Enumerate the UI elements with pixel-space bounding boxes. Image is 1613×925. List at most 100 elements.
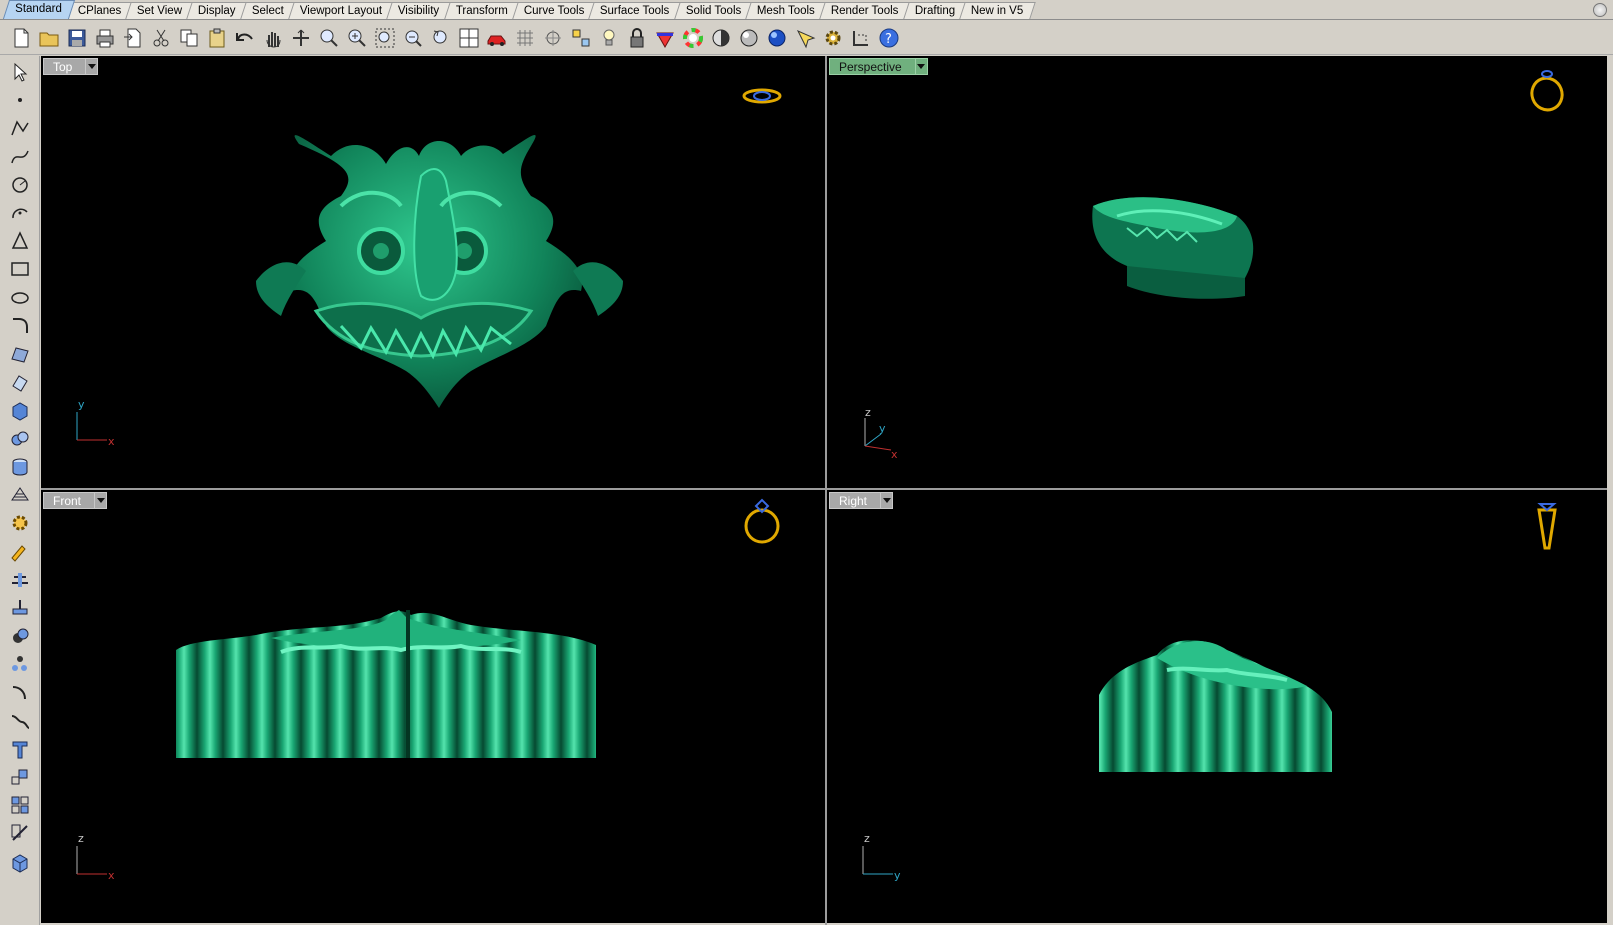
fillet-curve-tool[interactable] bbox=[8, 314, 32, 338]
rotate-camera-button[interactable] bbox=[429, 26, 453, 50]
mask-model-top[interactable] bbox=[256, 134, 623, 408]
tab-new-in-v5[interactable]: New in V5 bbox=[959, 2, 1036, 19]
light-bulb-icon bbox=[603, 29, 615, 45]
options-icon[interactable] bbox=[1593, 3, 1607, 17]
circle-tool[interactable] bbox=[8, 173, 32, 197]
cut-button[interactable] bbox=[149, 26, 173, 50]
viewport-splitter-vertical[interactable] bbox=[825, 56, 827, 925]
viewport-right[interactable]: z y Right bbox=[827, 490, 1607, 923]
help-button[interactable]: ? bbox=[877, 26, 901, 50]
tab-surface-tools[interactable]: Surface Tools bbox=[588, 2, 683, 19]
viewport-right-label[interactable]: Right bbox=[829, 492, 894, 509]
tab-cplanes[interactable]: CPlanes bbox=[65, 2, 134, 19]
render-box-tool[interactable] bbox=[8, 850, 32, 874]
viewport-menu-dropdown[interactable] bbox=[915, 58, 928, 75]
tab-solid-tools[interactable]: Solid Tools bbox=[673, 2, 754, 19]
point-tool[interactable] bbox=[8, 88, 32, 112]
surface-tool[interactable] bbox=[8, 342, 32, 366]
import-button[interactable] bbox=[121, 26, 145, 50]
object-snap-button[interactable] bbox=[569, 26, 593, 50]
viewport-menu-dropdown[interactable] bbox=[86, 58, 99, 75]
cylinder-tool[interactable] bbox=[8, 455, 32, 479]
tab-render-tools[interactable]: Render Tools bbox=[819, 2, 912, 19]
rendered-sphere-button[interactable] bbox=[737, 26, 761, 50]
tab-transform[interactable]: Transform bbox=[443, 2, 521, 19]
dimension-tool-tool[interactable] bbox=[8, 568, 32, 592]
dimension-button[interactable] bbox=[849, 26, 873, 50]
lock-button[interactable] bbox=[625, 26, 649, 50]
group-tool[interactable] bbox=[8, 793, 32, 817]
copy-button[interactable] bbox=[177, 26, 201, 50]
ellipse-tool[interactable] bbox=[8, 286, 32, 310]
viewport-menu-dropdown[interactable] bbox=[881, 492, 894, 509]
viewport-perspective[interactable]: z y x Perspective bbox=[827, 56, 1607, 488]
tab-drafting[interactable]: Drafting bbox=[902, 2, 968, 19]
zoom-extents-button[interactable] bbox=[373, 26, 397, 50]
select-arrow-tool[interactable] bbox=[8, 60, 32, 84]
zoom-dynamic-button[interactable] bbox=[345, 26, 369, 50]
tab-display[interactable]: Display bbox=[186, 2, 249, 19]
boolean-tool[interactable] bbox=[8, 624, 32, 648]
rotate-view-button[interactable] bbox=[289, 26, 313, 50]
options-gear-button[interactable] bbox=[821, 26, 845, 50]
extrude-surface-tool[interactable] bbox=[8, 370, 32, 394]
car-button[interactable] bbox=[485, 26, 509, 50]
arc-tool[interactable] bbox=[8, 201, 32, 225]
four-viewports-button[interactable] bbox=[457, 26, 481, 50]
new-file-button[interactable] bbox=[9, 26, 33, 50]
mask-model-perspective[interactable] bbox=[1092, 197, 1254, 299]
viewport-title[interactable]: Perspective bbox=[829, 58, 916, 75]
undo-button[interactable] bbox=[233, 26, 257, 50]
polygon-tool[interactable] bbox=[8, 229, 32, 253]
curve-tool[interactable] bbox=[8, 145, 32, 169]
offset-tool[interactable] bbox=[8, 680, 32, 704]
ring-thumbnail-front bbox=[744, 498, 780, 544]
boolean-union-tool[interactable] bbox=[8, 427, 32, 451]
viewport-menu-dropdown[interactable] bbox=[95, 492, 108, 509]
split-tool[interactable] bbox=[8, 821, 32, 845]
tab-visibility[interactable]: Visibility bbox=[386, 2, 453, 19]
text-tool[interactable] bbox=[8, 737, 32, 761]
mesh-tool[interactable] bbox=[8, 483, 32, 507]
select-filter-button[interactable] bbox=[793, 26, 817, 50]
polyline-tool[interactable] bbox=[8, 116, 32, 140]
cplane-button[interactable] bbox=[541, 26, 565, 50]
zoom-selected-button[interactable] bbox=[401, 26, 425, 50]
analyze-tool[interactable] bbox=[8, 539, 32, 563]
mask-model-right[interactable] bbox=[1099, 640, 1332, 772]
grid-button[interactable] bbox=[513, 26, 537, 50]
viewport-title[interactable]: Right bbox=[829, 492, 882, 509]
tab-mesh-tools[interactable]: Mesh Tools bbox=[745, 2, 828, 19]
viewport-front-label[interactable]: Front bbox=[43, 492, 108, 509]
paste-button[interactable] bbox=[205, 26, 229, 50]
scale-tool[interactable] bbox=[8, 765, 32, 789]
viewport-splitter-horizontal[interactable] bbox=[41, 488, 1607, 490]
color-wheel-button[interactable] bbox=[681, 26, 705, 50]
gear-transform-tool[interactable] bbox=[8, 511, 32, 535]
tab-standard[interactable]: Standard bbox=[2, 0, 75, 19]
mask-model-front[interactable] bbox=[176, 610, 596, 758]
viewport-title[interactable]: Front bbox=[43, 492, 96, 509]
viewport-title[interactable]: Top bbox=[43, 58, 87, 75]
layer-button[interactable] bbox=[653, 26, 677, 50]
box-solid-tool[interactable] bbox=[8, 398, 32, 422]
viewport-top[interactable]: y x Top bbox=[41, 56, 825, 488]
array-tool[interactable] bbox=[8, 652, 32, 676]
shaded-sphere-button[interactable] bbox=[709, 26, 733, 50]
zoom-window-button[interactable] bbox=[317, 26, 341, 50]
viewport-front[interactable]: z x Front bbox=[41, 490, 825, 923]
move-tool[interactable] bbox=[8, 596, 32, 620]
tab-viewport-layout[interactable]: Viewport Layout bbox=[288, 2, 396, 19]
print-button[interactable] bbox=[93, 26, 117, 50]
tab-curve-tools[interactable]: Curve Tools bbox=[511, 2, 597, 19]
save-button[interactable] bbox=[65, 26, 89, 50]
tab-set-view[interactable]: Set View bbox=[125, 2, 196, 19]
viewport-top-label[interactable]: Top bbox=[43, 58, 99, 75]
pan-hand-button[interactable] bbox=[261, 26, 285, 50]
rectangle-tool[interactable] bbox=[8, 257, 32, 281]
blend-tool[interactable] bbox=[8, 709, 32, 733]
blue-sphere-button[interactable] bbox=[765, 26, 789, 50]
open-folder-button[interactable] bbox=[37, 26, 61, 50]
light-bulb-button[interactable] bbox=[597, 26, 621, 50]
viewport-perspective-label[interactable]: Perspective bbox=[829, 58, 928, 75]
